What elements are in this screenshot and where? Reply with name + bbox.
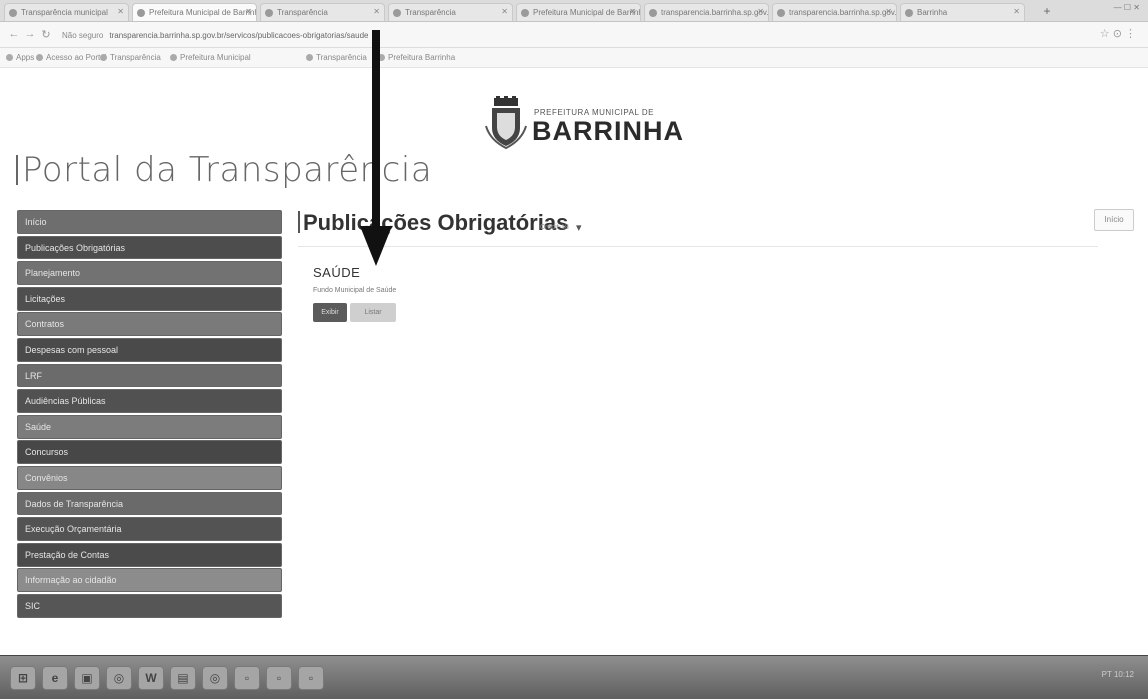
windows-taskbar: ⊞ e ▣ ◎ W ▤ ◎ ▫ ▫ ▫ PT 10:12 [0, 655, 1148, 699]
browser-tab[interactable]: Barrinha ✕ [900, 3, 1025, 21]
start-icon[interactable]: ⊞ [10, 666, 36, 690]
sidebar-item[interactable]: Audiências Públicas [17, 389, 282, 413]
close-icon[interactable]: ✕ [245, 7, 252, 16]
profile-icon[interactable]: ☆ ⊙ ⋮ [1100, 27, 1136, 40]
close-icon[interactable]: ✕ [373, 7, 380, 16]
app-icon[interactable]: ▫ [298, 666, 324, 690]
favicon-icon [9, 9, 17, 17]
bookmark-item[interactable]: Acesso ao Portal [36, 53, 106, 62]
favicon-icon [777, 9, 785, 17]
sidebar-item[interactable]: Publicações Obrigatórias [17, 235, 282, 260]
browser-tab[interactable]: transparencia.barrinha.sp.gov.br ✕ [772, 3, 897, 21]
chrome-icon[interactable]: ◎ [202, 666, 228, 690]
browser-tab[interactable]: Prefeitura Municipal de Barrinha ✕ [132, 3, 257, 21]
forward-icon[interactable]: → [24, 28, 36, 40]
browser-tab[interactable]: Prefeitura Municipal de Barrinha ✕ [516, 3, 641, 21]
favicon-icon [393, 9, 401, 17]
browser-tab[interactable]: Transparência ✕ [388, 3, 513, 21]
url-text: transparencia.barrinha.sp.gov.br/servico… [109, 31, 369, 40]
bookmarks-bar: Apps Acesso ao Portal Transparência Prefeit… [0, 48, 1148, 68]
browser-tab[interactable]: Transparência ✕ [260, 3, 385, 21]
tab-label: Transparência [277, 8, 328, 17]
sidebar-item[interactable]: Convênios [17, 465, 282, 490]
browser-tab[interactable]: Transparência municipal ✕ [4, 3, 129, 21]
favicon-icon [905, 9, 913, 17]
chrome-icon[interactable]: ◎ [106, 666, 132, 690]
word-icon[interactable]: W [138, 666, 164, 690]
divider [298, 246, 1098, 247]
chevron-down-icon[interactable]: ▾ [576, 221, 582, 234]
tab-label: transparencia.barrinha.sp.gov.br [661, 8, 769, 17]
bookmark-item[interactable]: Prefeitura Municipal [170, 53, 251, 62]
close-icon[interactable]: ✕ [1013, 7, 1020, 16]
section-subtitle: Credit-18 [540, 224, 569, 231]
sidebar-item[interactable]: Informação ao cidadão [17, 568, 282, 593]
address-bar: ← → ↻ Não seguro transparencia.barrinha.s… [0, 22, 1148, 48]
ie-icon[interactable]: e [42, 666, 68, 690]
url-security-label: Não seguro [62, 31, 104, 40]
coat-of-arms-icon [485, 96, 527, 150]
sidebar-item[interactable]: Prestação de Contas [17, 542, 282, 567]
close-icon[interactable]: ✕ [501, 7, 508, 16]
sidebar-item[interactable]: LRF [17, 363, 282, 388]
window-controls[interactable]: — ☐ ✕ [1114, 3, 1140, 12]
tab-label: Prefeitura Municipal de Barrinha [149, 8, 257, 17]
url-input[interactable]: Não seguro transparencia.barrinha.sp.gov.… [62, 28, 1062, 43]
annotation-arrow-icon [360, 30, 392, 266]
close-icon[interactable]: ✕ [885, 7, 892, 16]
app-icon[interactable]: ▫ [234, 666, 260, 690]
item-title: SAÚDE [313, 265, 361, 280]
close-icon[interactable]: ✕ [757, 7, 764, 16]
browser-tab-bar: Transparência municipal ✕ Prefeitura Munic… [0, 0, 1148, 22]
sidebar-item[interactable]: Dados de Transparência [17, 491, 282, 516]
list-button[interactable]: Listar [350, 303, 396, 322]
sidebar-item[interactable]: Licitações [17, 286, 282, 311]
sidebar-item[interactable]: Contratos [17, 312, 282, 337]
system-tray[interactable]: PT 10:12 [1102, 670, 1134, 679]
close-icon[interactable]: ✕ [629, 7, 636, 16]
sidebar-item[interactable]: SIC [17, 593, 282, 618]
sidebar-menu: Início Publicações Obrigatórias Planejamen… [17, 210, 282, 620]
favicon-icon [265, 9, 273, 17]
new-tab-button[interactable]: + [1040, 4, 1054, 18]
close-icon[interactable]: ✕ [117, 7, 124, 16]
section-title-text: Publicações Obrigatórias [303, 210, 569, 235]
logo[interactable]: PREFEITURA MUNICIPAL DE BARRINHA [484, 96, 684, 154]
sidebar-item[interactable]: Execução Orçamentária [17, 517, 282, 541]
view-button[interactable]: Exibir [313, 303, 347, 322]
logo-name: BARRINHA [532, 116, 684, 146]
tab-label: Barrinha [917, 8, 948, 17]
tab-label: Transparência [405, 8, 456, 17]
item-subtitle: Fundo Municipal de Saúde [313, 287, 397, 294]
sidebar-item[interactable]: Saúde [17, 414, 282, 439]
browser-tab[interactable]: transparencia.barrinha.sp.gov.br ✕ [644, 3, 769, 21]
tab-label: Transparência municipal [21, 8, 108, 17]
favicon-icon [649, 9, 657, 17]
sidebar-item[interactable]: Concursos [17, 440, 282, 465]
app-icon[interactable]: ▫ [266, 666, 292, 690]
reload-icon[interactable]: ↻ [40, 28, 52, 41]
tab-label: transparencia.barrinha.sp.gov.br [789, 8, 897, 17]
section-accent-bar [298, 211, 300, 233]
explorer-icon[interactable]: ▣ [74, 666, 100, 690]
home-button[interactable]: Início [1094, 209, 1134, 231]
section-title: Publicações Obrigatórias [298, 210, 568, 236]
favicon-icon [521, 9, 529, 17]
tab-label: Prefeitura Municipal de Barrinha [533, 8, 641, 17]
title-accent-bar [16, 155, 18, 185]
sidebar-item[interactable]: Despesas com pessoal [17, 337, 282, 362]
sidebar-item[interactable]: Planejamento [17, 261, 282, 285]
back-icon[interactable]: ← [8, 28, 20, 40]
bookmark-item[interactable]: Transparência [100, 53, 161, 62]
sidebar-item[interactable]: Início [17, 210, 282, 234]
bookmark-item[interactable]: Apps [6, 53, 34, 62]
favicon-icon [137, 9, 145, 17]
folder-icon[interactable]: ▤ [170, 666, 196, 690]
